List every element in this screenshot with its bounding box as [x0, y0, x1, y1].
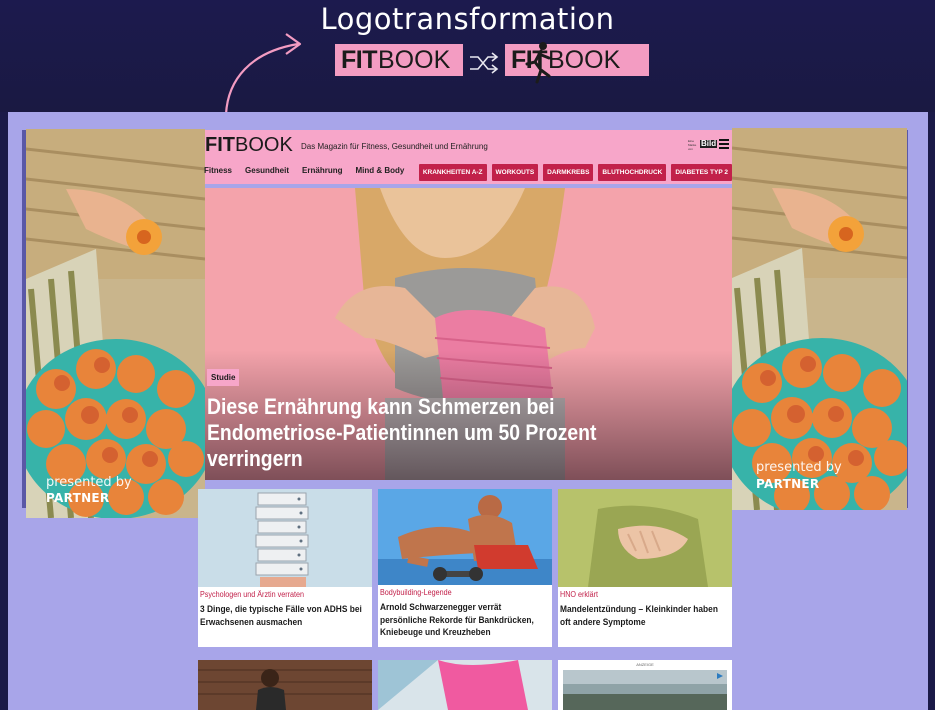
header-banner: Logotransformation FIT BOOK FIT BOOK [0, 0, 935, 115]
topic-chips: KRANKHEITEN A-Z WORKOUTS DARMKREBS BLUTH… [418, 164, 732, 181]
chip-diabetes[interactable]: DIABETES TYP 2 [671, 164, 732, 181]
presented-by-label: presented by [46, 475, 132, 490]
page-title: Logotransformation [320, 2, 615, 36]
tile-title: Mandelentzündung – Kleinkinder haben oft… [560, 604, 718, 628]
nav-item-mind-body[interactable]: Mind & Body [355, 166, 404, 175]
chip-krankheiten[interactable]: KRANKHEITEN A-Z [418, 164, 487, 181]
site-top-bar: FITBOOK Das Magazin für Fitness, Gesundh… [204, 130, 732, 184]
site-tagline: Das Magazin für Fitness, Gesundheit und … [301, 142, 488, 151]
ad-choices-icon[interactable] [716, 672, 724, 680]
old-logo: FIT BOOK [335, 44, 463, 76]
site-logo-book: BOOK [235, 134, 293, 156]
bild-brand-mark[interactable]: Eine Marke von Bild [688, 139, 718, 153]
bild-mark-brand: Bild [700, 139, 718, 148]
peaches-photo [732, 128, 907, 510]
nav-item-ernaehrung[interactable]: Ernährung [302, 166, 342, 175]
landscape-ad-photo [563, 670, 727, 710]
tile-kicker: Bodybuilding-Legende [380, 588, 452, 597]
old-logo-fit: FIT [341, 45, 378, 74]
site-logo-fit: FIT [205, 134, 235, 156]
ad-tile[interactable]: ANZEIGE [558, 660, 732, 710]
old-logo-book: BOOK [378, 45, 451, 74]
folders-photo [198, 489, 372, 587]
right-side-ad[interactable]: presented by PARTNER [732, 128, 907, 510]
runner-silhouette-icon [525, 42, 551, 84]
new-logo: FIT BOOK [505, 42, 649, 84]
site-logo[interactable]: FITBOOK [205, 134, 293, 157]
hamburger-menu-icon[interactable] [719, 139, 729, 151]
article-tile[interactable] [378, 660, 552, 710]
leggings-photo [378, 660, 552, 710]
presented-by-label: presented by [756, 460, 842, 475]
bild-mark-small: Eine Marke von [688, 139, 697, 151]
article-tile[interactable] [198, 660, 372, 710]
tile-kicker: HNO erklärt [560, 590, 599, 599]
hero-headline[interactable]: Diese Ernährung kann Schmerzen bei Endom… [207, 394, 647, 472]
partner-label: PARTNER [756, 477, 820, 491]
curved-arrow-icon [224, 33, 302, 115]
ad-label: ANZEIGE [636, 662, 654, 667]
child-belly-photo [558, 489, 732, 587]
article-tile-arnold[interactable]: Bodybuilding-Legende Arnold Schwarzenegg… [378, 489, 552, 647]
article-tile-mandeln[interactable]: HNO erklärt Mandelentzündung – Kleinkind… [558, 489, 732, 647]
hero-article[interactable]: Studie Diese Ernährung kann Schmerzen be… [205, 188, 732, 480]
left-side-ad[interactable]: presented by PARTNER [26, 129, 205, 518]
shuffle-icon [470, 52, 499, 74]
peaches-photo [26, 129, 205, 518]
partner-label: PARTNER [46, 491, 110, 505]
tile-title: Arnold Schwarzenegger verrät persönliche… [380, 602, 534, 638]
workout-photo [198, 660, 372, 710]
hero-tag[interactable]: Studie [207, 369, 240, 386]
nav-item-fitness[interactable]: Fitness [204, 166, 232, 175]
tile-kicker: Psychologen und Ärztin verraten [200, 590, 305, 599]
main-nav: Fitness Gesundheit Ernährung Mind & Body [204, 166, 404, 175]
nav-item-gesundheit[interactable]: Gesundheit [245, 166, 289, 175]
article-tile-adhs[interactable]: Psychologen und Ärztin verraten 3 Dinge,… [198, 489, 372, 647]
bodybuilder-photo [378, 489, 552, 585]
chip-bluthochdruck[interactable]: BLUTHOCHDRUCK [598, 164, 667, 181]
tile-title: 3 Dinge, die typische Fälle von ADHS bei… [200, 604, 362, 628]
chip-darmkrebs[interactable]: DARMKREBS [543, 164, 594, 181]
fitbook-site-header: FITBOOK Das Magazin für Fitness, Gesundh… [204, 130, 732, 184]
chip-workouts[interactable]: WORKOUTS [491, 164, 539, 181]
